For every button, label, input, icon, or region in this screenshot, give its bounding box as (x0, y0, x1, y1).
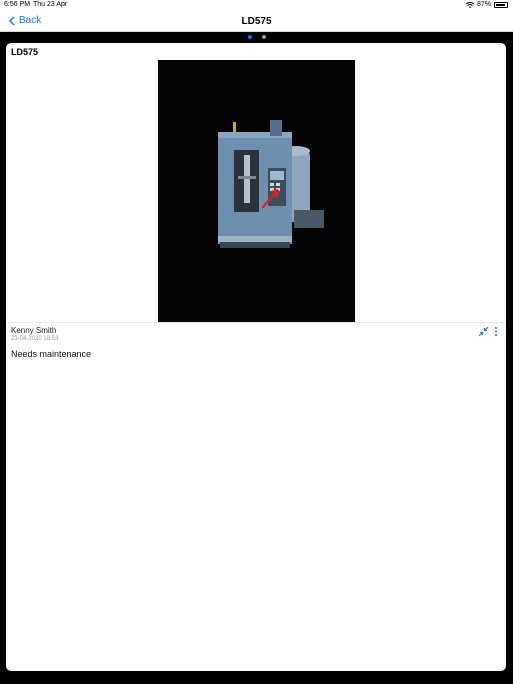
author-name: Kenny Smith (11, 326, 57, 335)
wifi-icon (465, 1, 474, 8)
page-dot-2[interactable] (261, 35, 266, 39)
comment-text: Needs maintenance (11, 349, 92, 359)
home-indicator-area (0, 676, 513, 684)
image-card: LD575 Kenny Smith 23-04-2020 18:53 Needs… (6, 43, 506, 671)
battery-level (496, 3, 505, 6)
battery-icon (494, 1, 508, 8)
battery-percent: 87% (476, 1, 491, 8)
comment-timestamp: 23-04-2020 18:53 (11, 336, 59, 342)
more-options-icon[interactable] (494, 326, 498, 337)
cnc-machine-icon (158, 60, 355, 322)
collapse-icon[interactable] (478, 326, 489, 337)
page-dot-1[interactable] (247, 35, 252, 39)
status-time: 6:56 PM (4, 1, 31, 8)
status-indicators: 87% (465, 1, 508, 8)
page-indicator[interactable] (0, 35, 513, 39)
divider (6, 322, 506, 323)
machine-photo[interactable] (158, 60, 355, 322)
status-bar: 6:56 PM Thu 23 Apr 87% (0, 0, 513, 11)
page-title: LD575 (241, 16, 272, 27)
status-date: Thu 23 Apr (33, 1, 68, 8)
card-title: LD575 (11, 47, 39, 57)
navigation-bar: Back LD575 (0, 11, 513, 32)
